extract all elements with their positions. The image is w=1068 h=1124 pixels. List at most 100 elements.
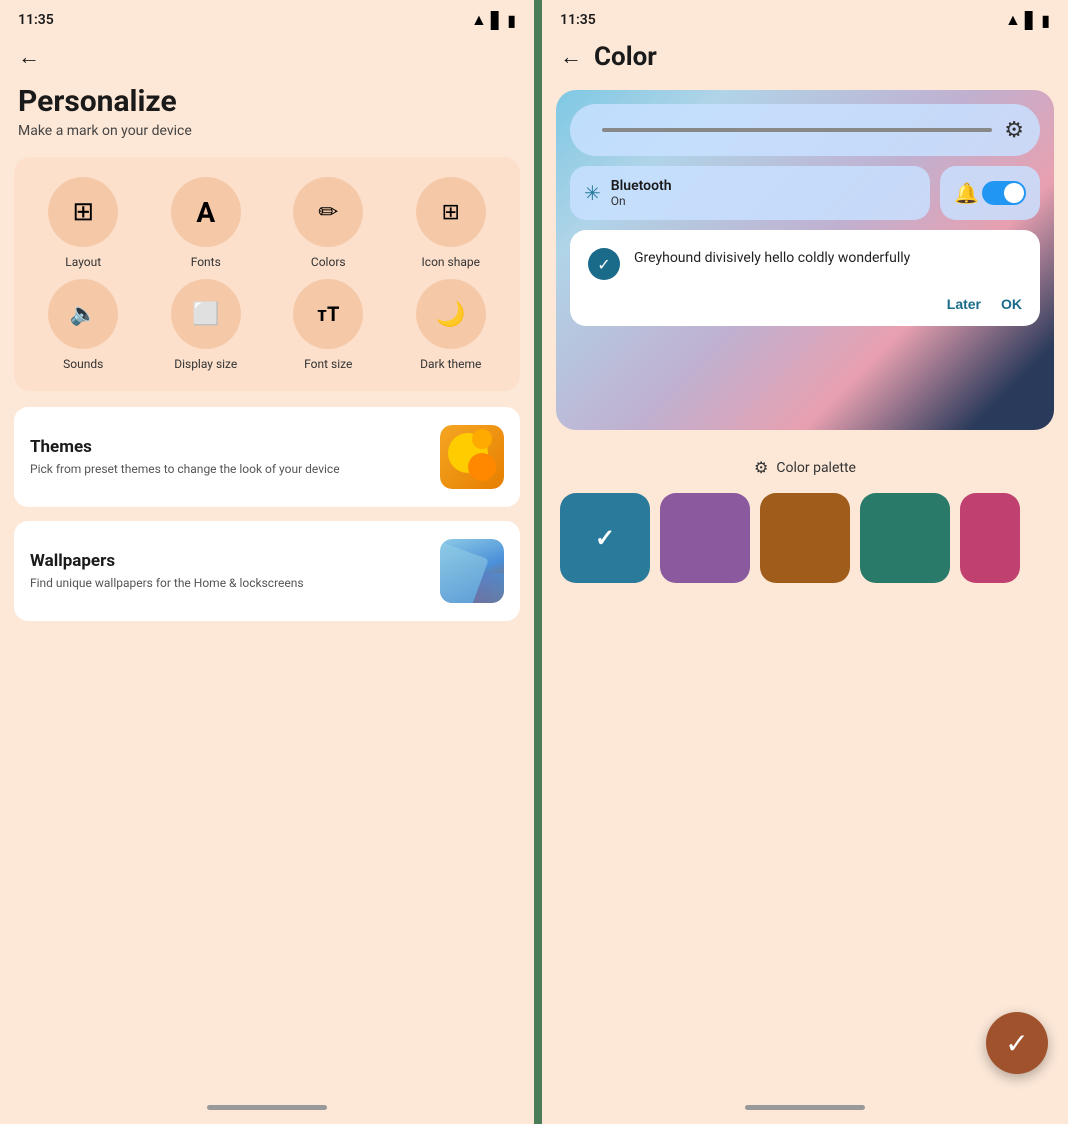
brightness-track [602, 128, 992, 132]
palette-label: Color palette [776, 460, 856, 476]
grid-item-dark-theme[interactable]: 🌙 Dark theme [392, 279, 511, 371]
font-size-icon-circle: ᴛT [293, 279, 363, 349]
dialog-ok-button[interactable]: OK [1001, 296, 1022, 312]
swatch-teal[interactable]: ✓ [560, 493, 650, 583]
bluetooth-tile[interactable]: ✳ Bluetooth On [570, 166, 930, 220]
font-size-label: Font size [304, 357, 352, 371]
layout-icon: ⊞ [72, 197, 94, 227]
bluetooth-label-block: Bluetooth On [611, 178, 916, 208]
preview-inner: ⚙ ✳ Bluetooth On 🔔 [570, 104, 1040, 416]
dialog-text: Greyhound divisively hello coldly wonder… [634, 248, 910, 269]
grid-item-colors[interactable]: ✏ Colors [269, 177, 388, 269]
swatch-purple[interactable] [660, 493, 750, 583]
colors-label: Colors [311, 255, 346, 269]
confirm-fab[interactable]: ✓ [986, 1012, 1048, 1074]
themes-card[interactable]: Themes Pick from preset themes to change… [14, 407, 520, 507]
fonts-label: Fonts [191, 255, 221, 269]
wifi-icon: ▲ [471, 10, 487, 30]
palette-header: ⚙ Color palette [560, 458, 1050, 477]
toggle-track[interactable] [982, 181, 1026, 205]
display-size-icon: ⬜ [192, 302, 219, 327]
wallpapers-thumbnail [440, 539, 504, 603]
dialog-check-icon: ✓ [588, 248, 620, 280]
grid-item-font-size[interactable]: ᴛT Font size [269, 279, 388, 371]
dialog-later-button[interactable]: Later [947, 296, 981, 312]
font-size-icon: ᴛT [317, 302, 339, 327]
themes-title: Themes [30, 437, 428, 457]
wallpapers-desc: Find unique wallpapers for the Home & lo… [30, 575, 428, 592]
page-subtitle-left: Make a mark on your device [0, 121, 534, 157]
layout-label: Layout [65, 255, 101, 269]
battery-icon: ▮ [507, 11, 516, 30]
brightness-icon: ⚙ [1004, 118, 1024, 143]
fonts-icon: A [196, 196, 215, 229]
colors-icon-circle: ✏ [293, 177, 363, 247]
signal-icon: ▋ [491, 11, 503, 30]
status-bar-right: 11:35 ▲ ▋ ▮ [542, 0, 1068, 36]
right-panel: 11:35 ▲ ▋ ▮ ← Color ⚙ ✳ Bluetooth [542, 0, 1068, 1124]
wallpapers-card[interactable]: Wallpapers Find unique wallpapers for th… [14, 521, 520, 621]
time-right: 11:35 [560, 12, 596, 28]
status-bar-left: 11:35 ▲ ▋ ▮ [0, 0, 534, 36]
sounds-icon: 🔈 [70, 302, 97, 327]
dark-theme-icon: 🌙 [436, 300, 466, 328]
wallpaper-image [440, 539, 504, 603]
palette-section: ⚙ Color palette ✓ [542, 444, 1068, 593]
bell-icon: 🔔 [954, 181, 979, 205]
time-left: 11:35 [18, 12, 54, 28]
quick-tiles: ✳ Bluetooth On 🔔 [570, 166, 1040, 220]
back-button-left[interactable]: ← [0, 36, 534, 78]
right-header: ← Color [542, 36, 1068, 84]
themes-desc: Pick from preset themes to change the lo… [30, 461, 428, 478]
wifi-icon-right: ▲ [1005, 10, 1021, 30]
status-icons-left: ▲ ▋ ▮ [471, 10, 516, 30]
swatch-check-teal: ✓ [595, 524, 615, 552]
panel-divider [534, 0, 542, 1124]
themes-thumbnail [440, 425, 504, 489]
battery-icon-right: ▮ [1041, 11, 1050, 30]
grid-item-fonts[interactable]: A Fonts [147, 177, 266, 269]
dialog-card: ✓ Greyhound divisively hello coldly wond… [570, 230, 1040, 326]
bell-tile[interactable]: 🔔 [940, 166, 1040, 220]
status-icons-right: ▲ ▋ ▮ [1005, 10, 1050, 30]
dark-theme-icon-circle: 🌙 [416, 279, 486, 349]
grid-item-display-size[interactable]: ⬜ Display size [147, 279, 266, 371]
grid-item-layout[interactable]: ⊞ Layout [24, 177, 143, 269]
grid-item-icon-shape[interactable]: ⊞ Icon shape [392, 177, 511, 269]
palette-icon: ⚙ [754, 458, 768, 477]
sounds-icon-circle: 🔈 [48, 279, 118, 349]
bluetooth-title: Bluetooth [611, 178, 916, 194]
icon-shape-icon: ⊞ [442, 200, 460, 225]
dialog-actions: Later OK [588, 296, 1022, 312]
dialog-content: ✓ Greyhound divisively hello coldly wond… [588, 248, 1022, 280]
page-title-left: Personalize [0, 78, 534, 121]
grid-item-sounds[interactable]: 🔈 Sounds [24, 279, 143, 371]
brightness-bar[interactable]: ⚙ [570, 104, 1040, 156]
fab-check-icon: ✓ [1005, 1027, 1028, 1060]
personalize-grid: ⊞ Layout A Fonts ✏ Colors ⊞ Icon shape 🔈 [14, 157, 520, 391]
display-size-icon-circle: ⬜ [171, 279, 241, 349]
layout-icon-circle: ⊞ [48, 177, 118, 247]
display-size-label: Display size [174, 357, 237, 371]
signal-icon-right: ▋ [1025, 11, 1037, 30]
wallpapers-text-block: Wallpapers Find unique wallpapers for th… [30, 551, 428, 592]
bluetooth-icon: ✳ [584, 181, 601, 205]
colors-icon: ✏ [318, 198, 338, 226]
preview-card: ⚙ ✳ Bluetooth On 🔔 [556, 90, 1054, 430]
swatch-dark-teal[interactable] [860, 493, 950, 583]
left-panel: 11:35 ▲ ▋ ▮ ← Personalize Make a mark on… [0, 0, 534, 1124]
home-indicator-right [745, 1105, 865, 1110]
wallpapers-title: Wallpapers [30, 551, 428, 571]
swatch-pink[interactable] [960, 493, 1020, 583]
bluetooth-sub: On [611, 194, 916, 208]
color-page-title: Color [594, 42, 657, 72]
fonts-icon-circle: A [171, 177, 241, 247]
dark-theme-label: Dark theme [420, 357, 481, 371]
swatch-brown-orange[interactable] [760, 493, 850, 583]
icon-shape-icon-circle: ⊞ [416, 177, 486, 247]
themes-image [440, 425, 504, 489]
home-indicator-left [207, 1105, 327, 1110]
icon-shape-label: Icon shape [422, 255, 480, 269]
back-button-right[interactable]: ← [560, 44, 582, 70]
toggle-thumb [1004, 183, 1024, 203]
